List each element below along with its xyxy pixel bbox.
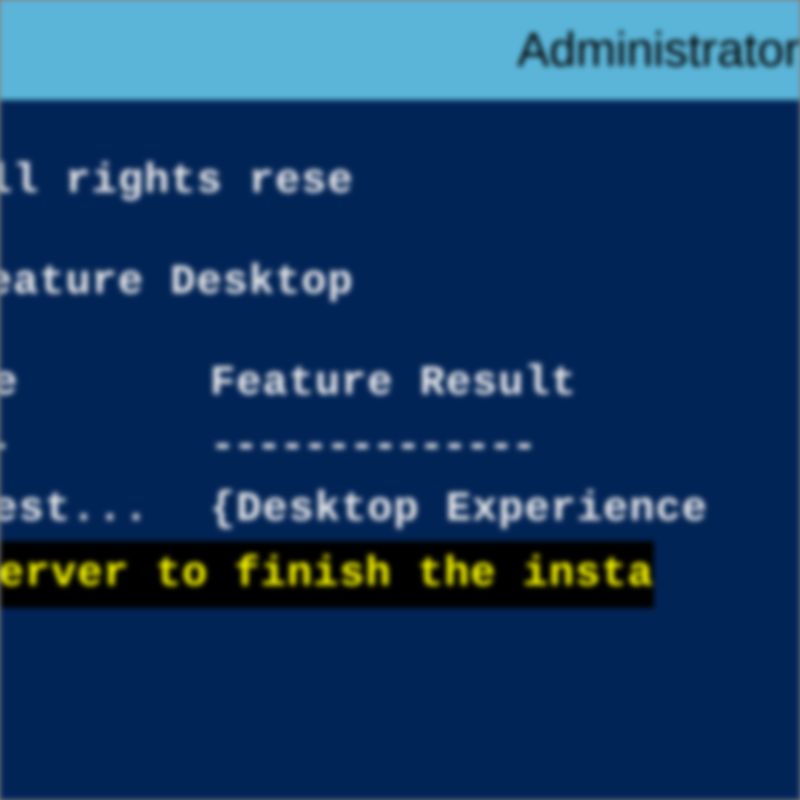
- table-header-row: ode Feature Result: [0, 352, 800, 415]
- table-row: sRest... {Desktop Experience: [0, 478, 800, 541]
- column-header-exitcode: ode: [0, 352, 200, 415]
- column-divider: --------------: [210, 415, 535, 478]
- column-header-feature-result: Feature Result: [210, 352, 577, 415]
- console-output[interactable]: Corporation. All rights rese stall-Windo…: [0, 100, 800, 800]
- table-divider-row: --- --------------: [0, 415, 800, 478]
- warning-message: s server to finish the insta: [0, 541, 800, 608]
- feature-result-value: {Desktop Experience: [210, 478, 708, 541]
- command-line: stall-WindowsFeature Desktop: [0, 251, 800, 314]
- powershell-window: Administrator Corporation. All rights re…: [0, 0, 800, 800]
- copyright-text: Corporation. All rights rese: [0, 150, 800, 213]
- window-title: Administrator: [517, 23, 800, 78]
- window-titlebar[interactable]: Administrator: [0, 0, 800, 100]
- exitcode-value: sRest...: [0, 478, 200, 541]
- column-divider: ---: [0, 415, 200, 478]
